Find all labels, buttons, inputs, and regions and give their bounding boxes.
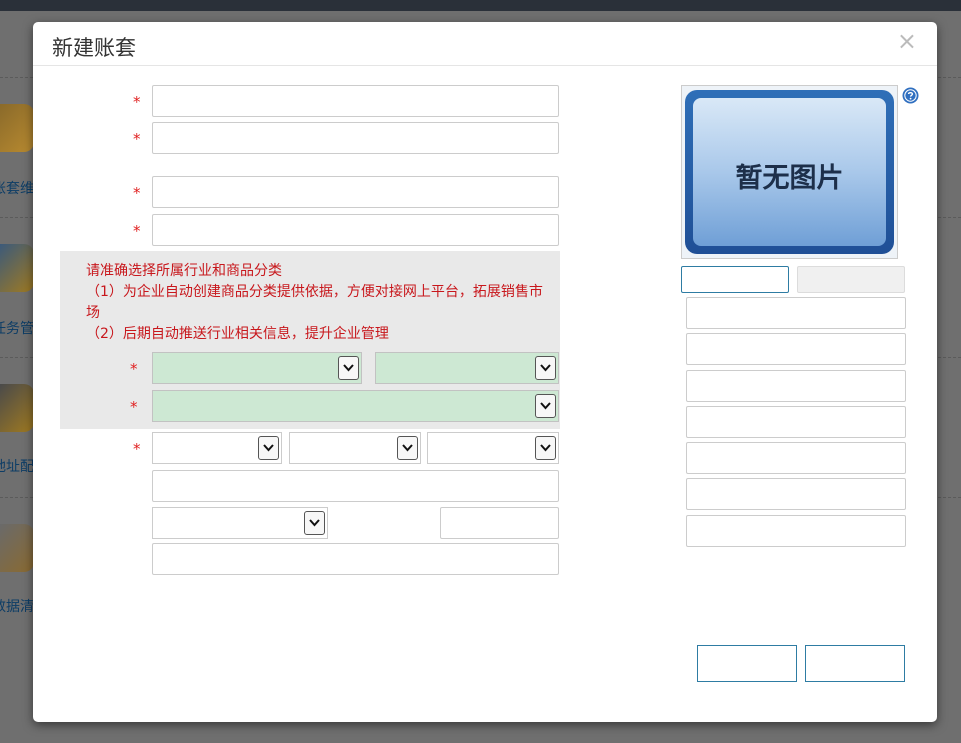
- side-field-7[interactable]: [686, 515, 906, 547]
- industry-category-select[interactable]: [152, 352, 362, 384]
- required-mark: *: [133, 130, 141, 148]
- side-field-2[interactable]: [686, 333, 906, 365]
- chevron-down-icon[interactable]: [535, 394, 556, 418]
- clear-photo-button[interactable]: [797, 266, 905, 293]
- notice-line: 请准确选择所属行业和商品分类: [86, 263, 282, 279]
- required-mark: *: [133, 93, 141, 111]
- required-mark: *: [133, 440, 141, 458]
- notice-line: （2）后期自动推送行业相关信息，提升企业管理: [86, 326, 389, 342]
- type-select[interactable]: [152, 507, 328, 539]
- text-field-3[interactable]: [152, 176, 559, 208]
- background-menu-label[interactable]: 账套维: [0, 178, 34, 198]
- background-menu-label[interactable]: 数据清: [0, 596, 34, 616]
- wrench-icon: [0, 104, 34, 152]
- side-field-4[interactable]: [686, 406, 906, 438]
- side-field-5[interactable]: [686, 442, 906, 474]
- side-field-6[interactable]: [686, 478, 906, 510]
- required-mark: *: [130, 360, 138, 378]
- help-icon[interactable]: [902, 87, 919, 104]
- new-account-set-dialog: 新建账套 × * * * * 请准确选择所属行业和商品分类 （1）为企业自动创建…: [33, 22, 937, 722]
- remark-field[interactable]: [152, 543, 559, 575]
- short-text-field[interactable]: [440, 507, 559, 539]
- required-mark: *: [130, 398, 138, 416]
- chevron-down-icon[interactable]: [535, 436, 556, 460]
- industry-subcategory-select[interactable]: [375, 352, 559, 384]
- text-field-1[interactable]: [152, 85, 559, 117]
- background-menu-label[interactable]: 地址配: [0, 456, 34, 476]
- background-menu-label[interactable]: 任务管: [0, 318, 34, 338]
- dialog-header: 新建账套 ×: [33, 22, 937, 66]
- side-field-3[interactable]: [686, 370, 906, 402]
- cancel-button[interactable]: [805, 645, 905, 682]
- photo-preview: 暂无图片: [681, 85, 898, 259]
- app-top-bar: [0, 0, 961, 11]
- address-field[interactable]: [152, 470, 559, 502]
- chevron-down-icon[interactable]: [535, 356, 556, 380]
- chevron-down-icon[interactable]: [397, 436, 418, 460]
- city-select[interactable]: [289, 432, 421, 464]
- document-icon: [0, 524, 34, 572]
- notice-line: （1）为企业自动创建商品分类提供依据，方便对接网上平台，拓展销售市场: [86, 284, 543, 321]
- server-gear-icon: [0, 384, 34, 432]
- chevron-down-icon[interactable]: [258, 436, 279, 460]
- required-mark: *: [133, 222, 141, 240]
- upload-photo-button[interactable]: [681, 266, 789, 293]
- product-category-select[interactable]: [152, 390, 559, 422]
- text-field-4[interactable]: [152, 214, 559, 246]
- text-field-2[interactable]: [152, 122, 559, 154]
- monitor-user-icon: [0, 244, 34, 292]
- required-mark: *: [133, 184, 141, 202]
- dialog-title: 新建账套: [52, 36, 136, 60]
- no-image-text: 暂无图片: [735, 163, 844, 194]
- side-field-1[interactable]: [686, 297, 906, 329]
- close-button[interactable]: ×: [897, 26, 917, 56]
- district-select[interactable]: [427, 432, 559, 464]
- industry-notice-text: 请准确选择所属行业和商品分类 （1）为企业自动创建商品分类提供依据，方便对接网上…: [86, 261, 556, 345]
- province-select[interactable]: [152, 432, 282, 464]
- confirm-button[interactable]: [697, 645, 797, 682]
- chevron-down-icon[interactable]: [304, 511, 325, 535]
- chevron-down-icon[interactable]: [338, 356, 359, 380]
